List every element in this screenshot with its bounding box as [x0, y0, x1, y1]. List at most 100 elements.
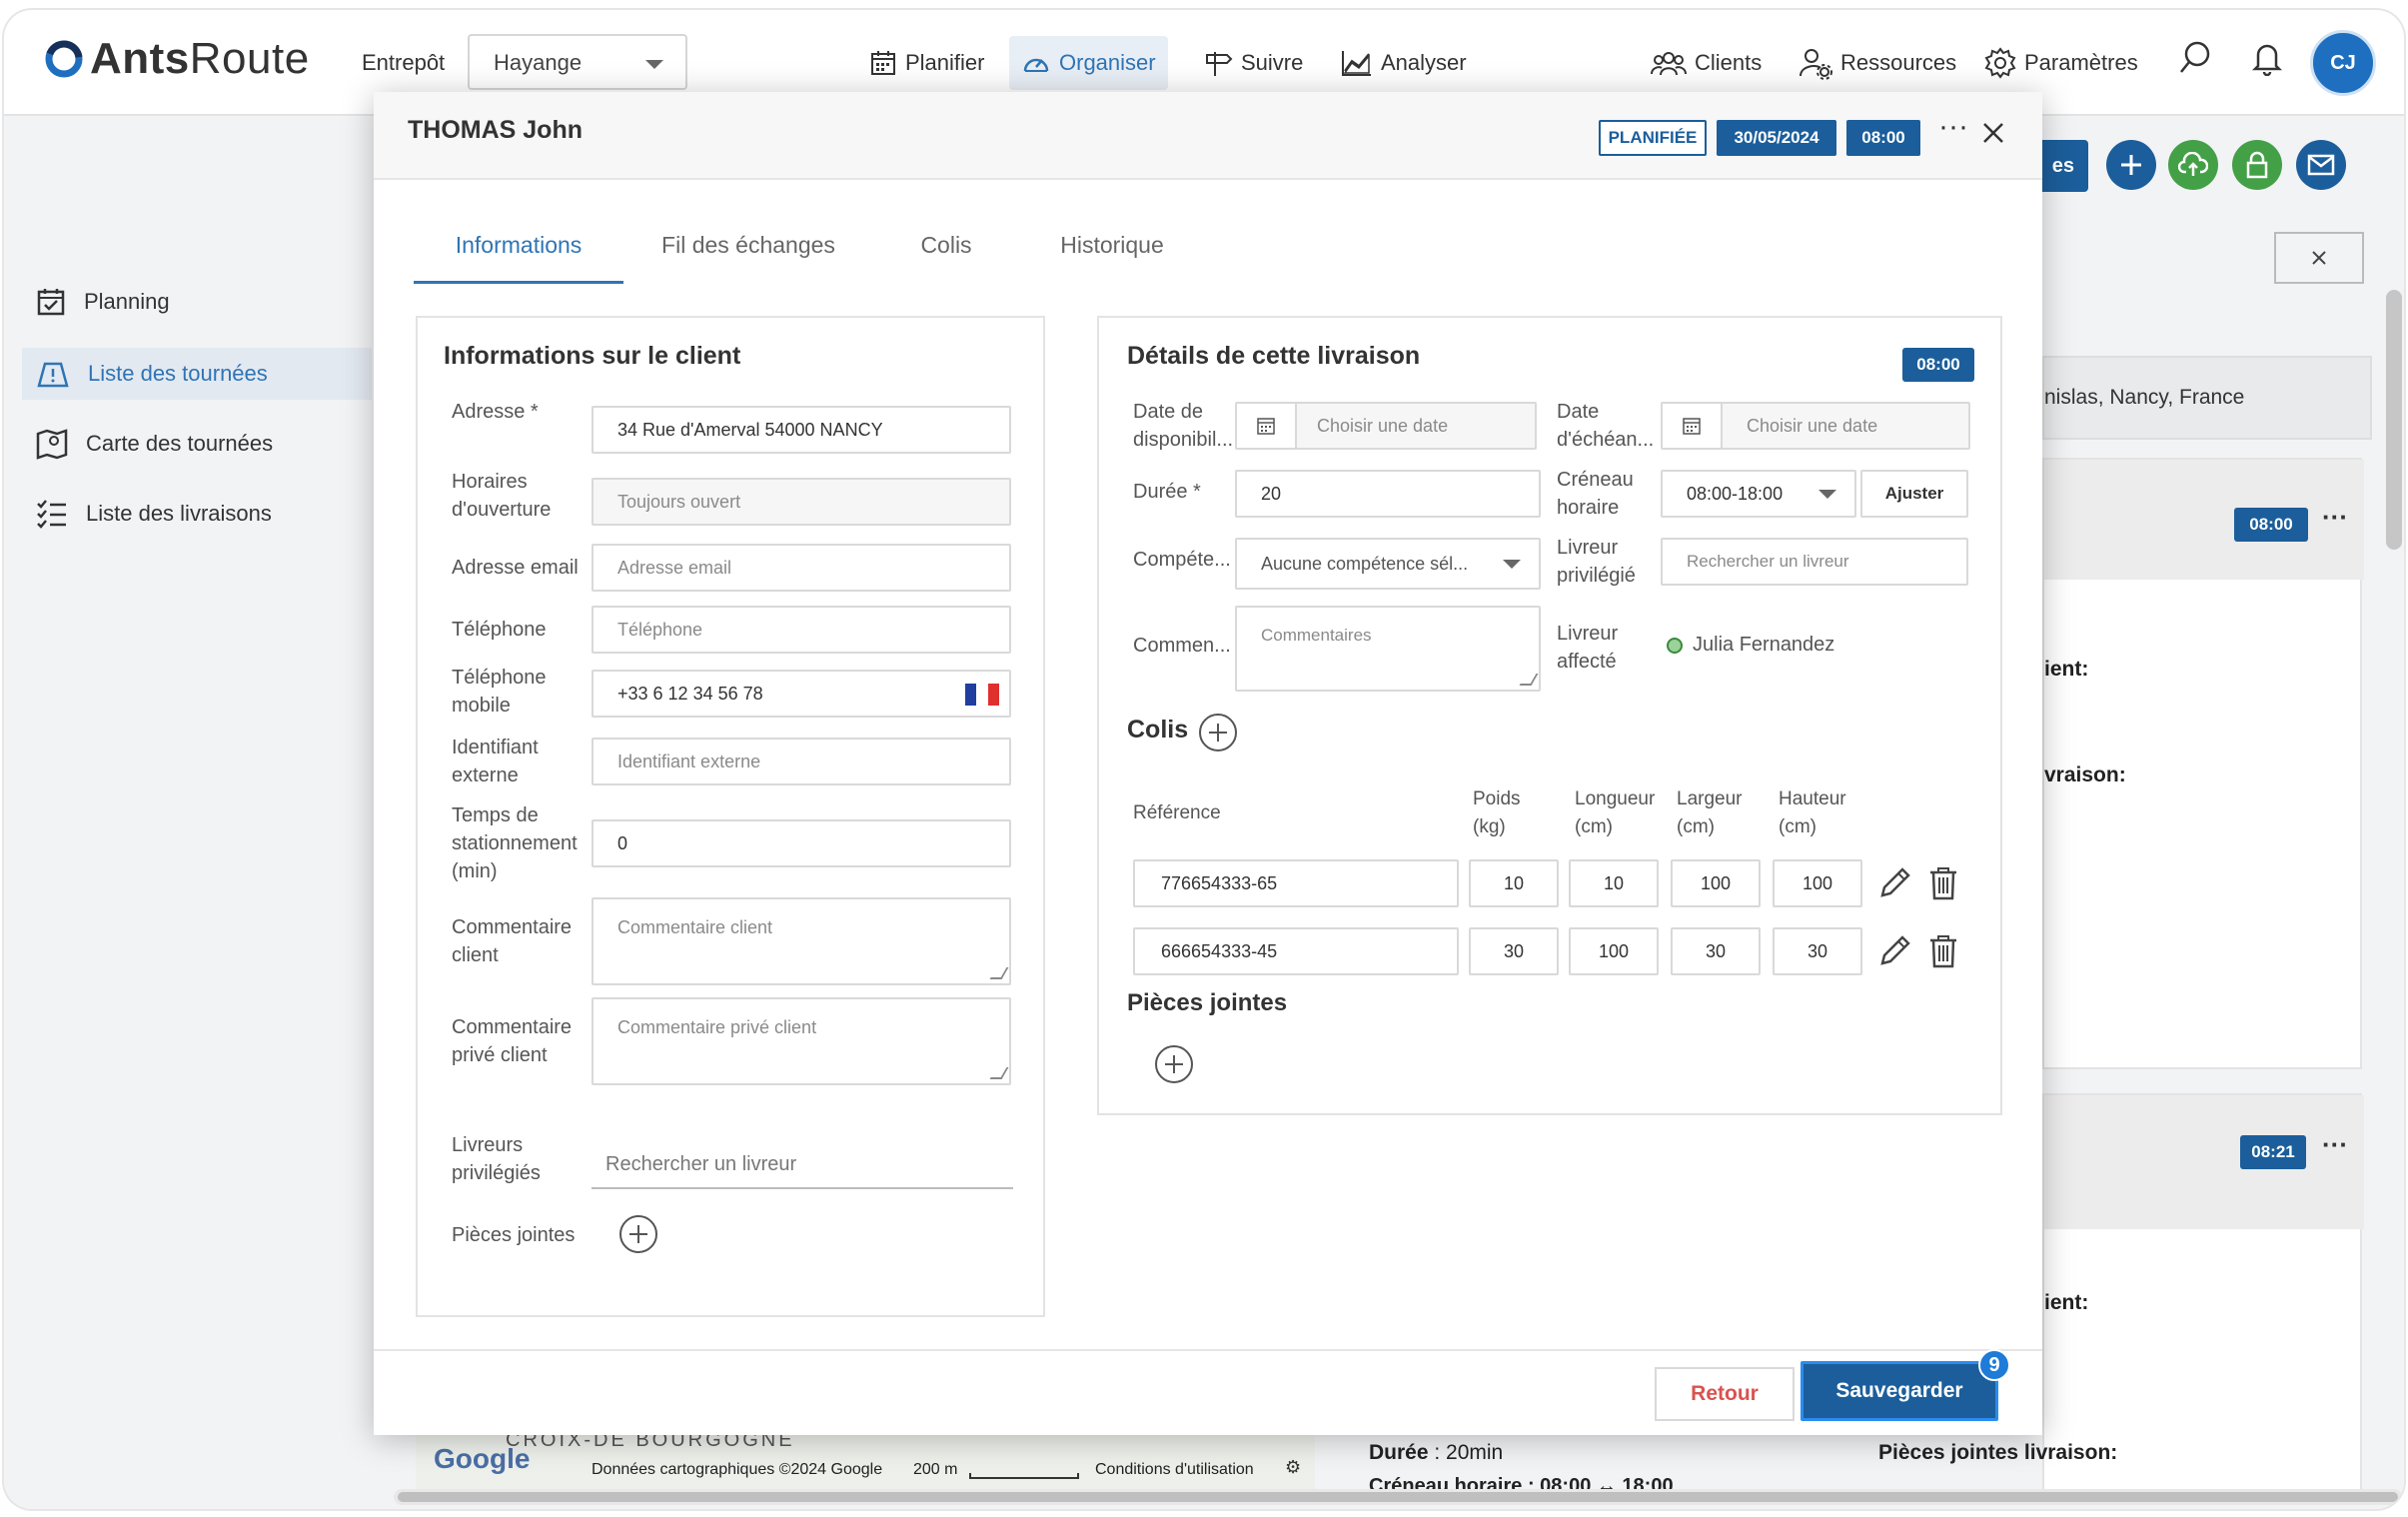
nav-suivre[interactable]: Suivre: [1191, 36, 1315, 90]
sidebar-item-label: Planning: [84, 289, 170, 314]
commentaires-textarea[interactable]: Commentaires: [1235, 606, 1541, 692]
colis-poids-cell[interactable]: 10: [1469, 859, 1559, 907]
livreur-privilegie-input[interactable]: Rechercher un livreur: [1661, 538, 1968, 586]
user-avatar[interactable]: CJ: [2310, 30, 2376, 96]
close-icon[interactable]: [1982, 122, 2004, 144]
nav-ressources[interactable]: Ressources: [1787, 36, 1968, 90]
adresse-label: Adresse *: [452, 401, 539, 423]
nav-organiser[interactable]: Organiser: [1009, 36, 1168, 90]
delivery-panel-title: Détails de cette livraison: [1127, 342, 1421, 370]
mobile-value: +33 6 12 34 56 78: [617, 683, 763, 704]
edit-pencil-icon[interactable]: [1876, 933, 1912, 969]
ajuster-button[interactable]: Ajuster: [1860, 470, 1968, 518]
tab-fil-echanges[interactable]: Fil des échanges: [643, 232, 853, 284]
more-options-icon[interactable]: ···: [1938, 110, 1968, 144]
commentaire-client-textarea[interactable]: Commentaire client: [592, 897, 1011, 985]
tab-informations[interactable]: Informations: [414, 232, 623, 284]
vertical-scrollbar[interactable]: [2386, 290, 2402, 550]
date-echeance-input[interactable]: Choisir une date: [1661, 402, 1970, 450]
add-colis-button[interactable]: [1199, 714, 1237, 752]
gear-icon: [1984, 47, 2016, 79]
colis-reference-cell[interactable]: 666654333-45: [1133, 927, 1459, 975]
colis-largeur-cell[interactable]: 100: [1671, 859, 1761, 907]
horaires-label: Horaires d'ouverture: [452, 471, 552, 521]
entrepot-select[interactable]: Hayange: [468, 34, 687, 90]
colis-hauteur-cell[interactable]: 30: [1773, 927, 1862, 975]
lock-button[interactable]: [2232, 140, 2282, 190]
telephone-input[interactable]: Téléphone: [592, 606, 1011, 654]
more-icon[interactable]: ···: [2322, 502, 2348, 533]
stationnement-input[interactable]: 0: [592, 819, 1011, 867]
search-icon[interactable]: [2178, 40, 2212, 76]
resize-handle-icon[interactable]: [1519, 674, 1539, 686]
map-view[interactable]: CROIX-DE BOURGOGNE Google Données cartog…: [416, 1435, 1315, 1491]
date-badge: 30/05/2024: [1717, 120, 1836, 156]
colis-hauteur-cell[interactable]: 100: [1773, 859, 1862, 907]
competence-select[interactable]: Aucune compétence sél...: [1235, 538, 1541, 590]
adresse-input[interactable]: 34 Rue d'Amerval 54000 NANCY: [592, 406, 1011, 454]
background-pieces-jointes: Pièces jointes livraison:: [1878, 1441, 2118, 1464]
colis-header-reference: Référence: [1133, 802, 1221, 823]
livreurs-search-input[interactable]: Rechercher un livreur: [592, 1141, 1013, 1189]
more-icon[interactable]: ···: [2322, 1129, 2348, 1160]
tab-colis[interactable]: Colis: [891, 232, 1001, 284]
calendar-icon[interactable]: [1663, 404, 1723, 448]
entrepot-label: Entrepôt: [362, 50, 446, 75]
retour-button[interactable]: Retour: [1655, 1367, 1795, 1421]
card-time-badge: 08:21: [2240, 1135, 2306, 1169]
colis-poids-cell[interactable]: 30: [1469, 927, 1559, 975]
france-flag-icon[interactable]: [965, 684, 999, 706]
horizontal-scrollbar-thumb[interactable]: [398, 1492, 2398, 1502]
brand-logo[interactable]: AntsRoute: [44, 34, 310, 84]
nav-clients[interactable]: Clients: [1639, 36, 1774, 90]
nav-parametres-label: Paramètres: [2024, 50, 2138, 75]
calendar-icon[interactable]: [1237, 404, 1297, 448]
sidebar-item-liste-livraisons[interactable]: Liste des livraisons: [22, 488, 372, 540]
horizontal-scrollbar[interactable]: [394, 1489, 2402, 1505]
sidebar-item-planning[interactable]: Planning: [22, 276, 372, 328]
delivery-time-badge: 08:00: [1902, 348, 1974, 382]
colis-reference-cell[interactable]: 776654333-65: [1133, 859, 1459, 907]
date-echeance-placeholder: Choisir une date: [1747, 415, 1878, 436]
sidebar-item-carte-tournees[interactable]: Carte des tournées: [22, 418, 372, 470]
colis-title: Colis: [1127, 716, 1189, 744]
livreur-privilegie-label: Livreur privilégié: [1557, 537, 1636, 587]
nav-planifier[interactable]: Planifier: [857, 36, 996, 90]
plus-icon: [2121, 155, 2141, 175]
duree-input[interactable]: 20: [1235, 470, 1541, 518]
map-settings-icon[interactable]: ⚙: [1285, 1457, 1301, 1478]
card-line: vraison:: [2044, 763, 2126, 786]
horaires-input[interactable]: Toujours ouvert: [592, 478, 1011, 526]
calendar-check-icon: [37, 289, 65, 316]
save-button[interactable]: Sauvegarder: [1801, 1361, 1998, 1421]
tab-historique[interactable]: Historique: [1037, 232, 1187, 284]
map-terms-link[interactable]: Conditions d'utilisation: [1095, 1461, 1254, 1479]
save-count-badge: 9: [1978, 1349, 2010, 1381]
bell-icon[interactable]: [2252, 40, 2282, 76]
colis-longueur-cell[interactable]: 100: [1569, 927, 1659, 975]
add-piece-jointe-livraison-button[interactable]: [1155, 1045, 1193, 1083]
nav-analyser[interactable]: Analyser: [1329, 36, 1479, 90]
cloud-upload-button[interactable]: [2168, 140, 2218, 190]
sidebar-item-liste-tournees[interactable]: Liste des tournées: [22, 348, 372, 400]
date-dispo-input[interactable]: Choisir une date: [1235, 402, 1537, 450]
sidebar-item-label: Carte des tournées: [86, 431, 274, 456]
mobile-input[interactable]: +33 6 12 34 56 78: [592, 670, 1011, 718]
commentaire-prive-textarea[interactable]: Commentaire privé client: [592, 997, 1011, 1085]
background-card-2: 08:21 ··· ient:: [2042, 1093, 2364, 1493]
trash-icon[interactable]: [1928, 933, 1958, 969]
mail-button[interactable]: [2296, 140, 2346, 190]
email-input[interactable]: Adresse email: [592, 544, 1011, 592]
creneau-select[interactable]: 08:00-18:00: [1661, 470, 1856, 518]
edit-pencil-icon[interactable]: [1876, 865, 1912, 901]
resize-handle-icon[interactable]: [989, 1067, 1009, 1079]
resize-handle-icon[interactable]: [989, 967, 1009, 979]
colis-longueur-cell[interactable]: 10: [1569, 859, 1659, 907]
nav-parametres[interactable]: Paramètres: [1972, 36, 2150, 90]
add-button[interactable]: [2106, 140, 2156, 190]
trash-icon[interactable]: [1928, 865, 1958, 901]
colis-largeur-cell[interactable]: 30: [1671, 927, 1761, 975]
identifiant-input[interactable]: Identifiant externe: [592, 738, 1011, 785]
add-piece-jointe-button[interactable]: [619, 1215, 657, 1253]
background-close-button[interactable]: [2274, 232, 2364, 284]
